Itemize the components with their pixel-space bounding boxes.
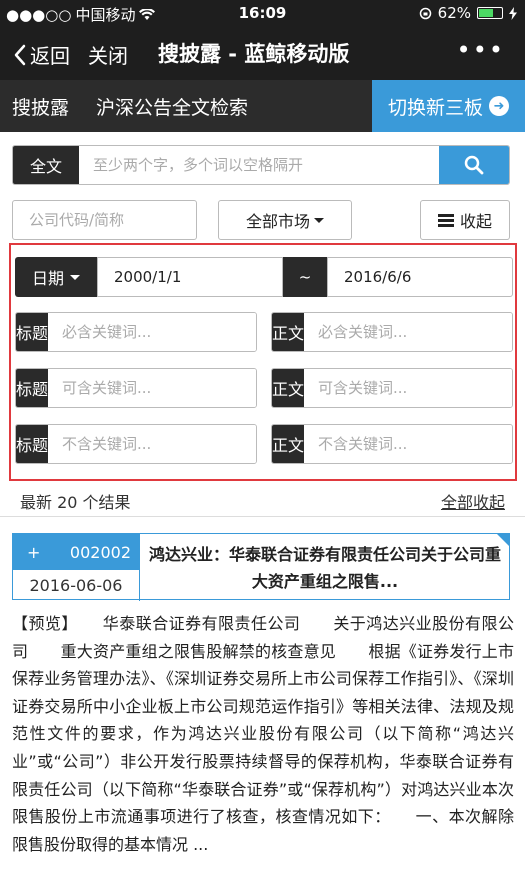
card-separator	[139, 534, 140, 601]
fulltext-search-bar: 全文	[12, 145, 510, 185]
switch-neeq-button[interactable]: 切换新三板 ➜	[372, 80, 525, 132]
collapse-label: 收起	[459, 212, 492, 231]
body-optional-input[interactable]	[304, 369, 512, 407]
charging-icon	[509, 6, 517, 20]
date-to-input[interactable]: 2016/6/6	[327, 257, 513, 297]
status-bar: ●●●○○ 中国移动 16:09 62%	[0, 0, 525, 26]
search-button[interactable]	[439, 146, 509, 184]
body-must-input[interactable]	[304, 313, 512, 351]
battery-percent: 62%	[437, 4, 471, 22]
stock-code-badge[interactable]: + 002002	[13, 534, 139, 570]
back-button[interactable]: 返回	[14, 40, 70, 69]
announcement-preview: 【预览】 华泰联合证券有限责任公司 关于鸿达兴业股份有限公司 重大资产重组之限售…	[12, 614, 514, 854]
title-optional-input[interactable]	[48, 369, 256, 407]
caret-down-icon	[70, 274, 80, 280]
collapse-button[interactable]: 收起	[420, 200, 510, 240]
must-keywords-row: 标题 正文	[15, 312, 513, 352]
chevron-left-icon	[14, 44, 26, 65]
body-exclude-field: 正文	[271, 424, 513, 464]
date-separator: ~	[283, 257, 327, 297]
date-label: 日期	[31, 269, 64, 288]
back-label: 返回	[30, 44, 70, 68]
caret-down-icon	[314, 217, 324, 223]
title-must-input[interactable]	[48, 313, 256, 351]
divider	[0, 516, 525, 517]
exclude-keywords-row: 标题 正文	[15, 424, 513, 464]
list-icon	[437, 213, 454, 227]
brand-link[interactable]: 搜披露	[12, 93, 69, 120]
switch-label: 切换新三板	[387, 96, 483, 119]
results-count: 最新 20 个结果	[20, 493, 131, 512]
rotation-lock-icon	[419, 7, 431, 19]
collapse-all-link[interactable]: 全部收起	[441, 489, 505, 513]
announcement-date: 2016-06-06	[29, 576, 123, 595]
title-label: 标题	[16, 425, 48, 463]
battery-icon	[477, 7, 503, 19]
arrow-right-circle-icon: ➜	[489, 96, 509, 116]
title-label: 标题	[16, 369, 48, 407]
date-range-row: 日期 2000/1/1 ~ 2016/6/6	[15, 257, 513, 297]
announcement-title-link[interactable]: 鸿达兴业：华泰联合证券有限责任公司关于公司重大资产重组之限售...	[147, 541, 503, 595]
result-card: + 002002 2016-06-06 鸿达兴业：华泰联合证券有限责任公司关于公…	[12, 533, 510, 601]
search-icon	[464, 155, 484, 175]
body-exclude-input[interactable]	[304, 425, 512, 463]
more-options-button[interactable]: •••	[457, 36, 505, 64]
fulltext-label: 全文	[13, 146, 79, 184]
title-label: 标题	[16, 313, 48, 351]
company-code-input[interactable]	[12, 200, 197, 240]
date-from-input[interactable]: 2000/1/1	[97, 257, 283, 297]
body-must-field: 正文	[271, 312, 513, 352]
market-label: 全部市场	[245, 212, 310, 231]
title-must-field: 标题	[15, 312, 257, 352]
stock-code: 002002	[69, 542, 131, 562]
fulltext-input[interactable]	[79, 146, 439, 184]
advanced-search-panel: 日期 2000/1/1 ~ 2016/6/6 标题 正文 标题 正文 标题	[9, 243, 517, 481]
market-dropdown[interactable]: 全部市场	[218, 200, 352, 240]
title-optional-field: 标题	[15, 368, 257, 408]
corner-marker-icon	[497, 534, 509, 546]
header-subtitle: 沪深公告全文检索	[96, 97, 249, 119]
status-right: 62%	[419, 4, 517, 22]
close-button[interactable]: 关闭	[88, 40, 128, 69]
title-exclude-field: 标题	[15, 424, 257, 464]
page-title: 搜披露 - 蓝鲸移动版	[158, 42, 350, 66]
date-type-dropdown[interactable]: 日期	[15, 257, 97, 297]
title-exclude-input[interactable]	[48, 425, 256, 463]
expand-plus-icon: +	[27, 542, 41, 562]
body-label: 正文	[272, 369, 304, 407]
body-label: 正文	[272, 425, 304, 463]
body-label: 正文	[272, 313, 304, 351]
optional-keywords-row: 标题 正文	[15, 368, 513, 408]
body-optional-field: 正文	[271, 368, 513, 408]
app-header: 搜披露 沪深公告全文检索 切换新三板 ➜	[0, 80, 525, 132]
nav-bar: 返回 关闭 搜披露 - 蓝鲸移动版 •••	[0, 26, 525, 80]
